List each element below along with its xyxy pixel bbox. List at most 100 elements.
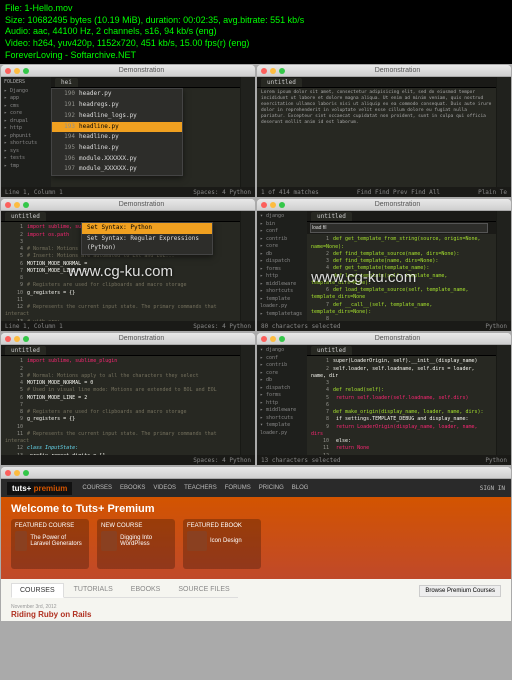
site-logo[interactable]: tuts+ premium (7, 482, 72, 495)
palette-item[interactable]: Set Syntax: Regular Expressions (Python) (82, 234, 212, 253)
folder-item[interactable]: ▸ dispatch (260, 385, 304, 393)
minimap[interactable] (496, 77, 511, 187)
folder-item[interactable]: ▸ drupal (4, 118, 48, 126)
folder-item[interactable]: ▸ shortcuts (4, 140, 48, 148)
nav-link[interactable]: BLOG (292, 485, 309, 491)
folder-sidebar[interactable]: ▾ django ▸ bin ▸ conf ▸ contrib ▸ core ▸… (257, 211, 307, 321)
folder-item[interactable]: ▾ django (260, 213, 304, 221)
hero-card[interactable]: FEATURED COURSEThe Power of Laravel Gene… (11, 519, 89, 569)
close-icon[interactable] (5, 336, 11, 342)
editor-tab[interactable]: hei (55, 78, 78, 87)
editor-tab[interactable]: untitled (5, 346, 46, 355)
code-area[interactable]: 190header.py191headregs.py192headline_lo… (51, 88, 240, 187)
zoom-icon[interactable] (279, 68, 285, 74)
sign-in-link[interactable]: SIGN IN (480, 485, 505, 492)
close-icon[interactable] (261, 336, 267, 342)
zoom-icon[interactable] (23, 202, 29, 208)
code-area[interactable]: 1import sublime, sublime_plugin23# Norma… (1, 356, 240, 455)
content-tab[interactable]: COURSES (11, 583, 64, 598)
folder-item[interactable]: ▸ tests (4, 155, 48, 163)
folder-item[interactable]: ▸ core (4, 110, 48, 118)
command-palette[interactable]: Set Syntax: Python Set Syntax: Regular E… (81, 222, 213, 254)
close-icon[interactable] (5, 68, 11, 74)
folder-item[interactable]: ▸ shortcuts (260, 415, 304, 423)
folder-item[interactable]: ▸ phpunit (4, 133, 48, 141)
minimap[interactable] (240, 211, 255, 321)
minimize-icon[interactable] (14, 68, 20, 74)
folder-item[interactable]: loader.py (260, 303, 304, 311)
folder-item[interactable]: ▸ http (260, 273, 304, 281)
close-icon[interactable] (261, 68, 267, 74)
nav-link[interactable]: COURSES (82, 485, 112, 491)
folder-item[interactable]: ▸ contrib (260, 236, 304, 244)
folder-item[interactable]: ▸ http (4, 125, 48, 133)
folder-sidebar[interactable]: ▾ django ▸ conf ▸ contrib ▸ core ▸ db ▸ … (257, 345, 307, 455)
search-input[interactable] (310, 223, 488, 233)
course-item[interactable]: November 3rd, 2012 Riding Ruby on Rails … (11, 604, 501, 621)
folder-item[interactable]: ▸ middleware (260, 407, 304, 415)
minimize-icon[interactable] (270, 68, 276, 74)
folder-item[interactable]: ▸ db (260, 377, 304, 385)
editor-tab[interactable]: untitled (261, 78, 302, 87)
nav-link[interactable]: TEACHERS (184, 485, 217, 491)
minimize-icon[interactable] (14, 202, 20, 208)
browse-button[interactable]: Browse Premium Courses (419, 585, 501, 597)
zoom-icon[interactable] (279, 336, 285, 342)
goto-item[interactable]: 191headregs.py (52, 100, 182, 111)
folder-item[interactable]: ▸ app (4, 95, 48, 103)
goto-item[interactable]: 195headline.py (52, 143, 182, 154)
folder-item[interactable]: ▸ Django (4, 88, 48, 96)
content-tab[interactable]: EBOOKS (123, 583, 169, 597)
folder-item[interactable]: ▸ templatetags (260, 311, 304, 319)
code-area[interactable]: 1def get_template_from_string(source, or… (307, 234, 496, 321)
status-right[interactable]: Python (485, 323, 507, 330)
status-right[interactable]: Spaces: 4 Python (193, 457, 251, 464)
zoom-icon[interactable] (23, 470, 29, 476)
content-tab[interactable]: TUTORIALS (66, 583, 121, 597)
minimap[interactable] (240, 345, 255, 455)
goto-item[interactable]: 190header.py (52, 89, 182, 100)
zoom-icon[interactable] (23, 68, 29, 74)
folder-item[interactable]: ▸ conf (260, 355, 304, 363)
nav-link[interactable]: EBOOKS (120, 485, 145, 491)
goto-item[interactable]: 196module.XXXXXX.py (52, 154, 182, 165)
status-right[interactable]: Plain Te (478, 189, 507, 196)
editor-tab[interactable]: untitled (311, 212, 352, 221)
folder-item[interactable]: ▸ core (260, 243, 304, 251)
nav-link[interactable]: PRICING (259, 485, 284, 491)
folder-item[interactable]: ▾ django (260, 347, 304, 355)
editor-tab[interactable]: untitled (5, 212, 46, 221)
minimap[interactable] (496, 211, 511, 321)
status-right[interactable]: Spaces: 4 Python (193, 189, 251, 196)
minimize-icon[interactable] (270, 202, 276, 208)
find-controls[interactable]: Find Find Prev Find All (357, 189, 440, 196)
folder-item[interactable]: ▸ core (260, 370, 304, 378)
close-icon[interactable] (5, 470, 11, 476)
folder-item[interactable]: ▸ bin (260, 221, 304, 229)
folder-item[interactable]: ▸ forms (260, 392, 304, 400)
folder-item[interactable]: ▸ contrib (260, 362, 304, 370)
folder-item[interactable]: ▸ forms (260, 266, 304, 274)
code-area[interactable]: Lorem ipsum dolor sit amet, consectetur … (257, 88, 496, 187)
nav-link[interactable]: FORUMS (225, 485, 251, 491)
zoom-icon[interactable] (279, 202, 285, 208)
folder-sidebar[interactable]: FOLDERS ▸ Django▸ app▸ cms▸ core▸ drupal… (1, 77, 51, 187)
folder-item[interactable]: ▸ template (260, 296, 304, 304)
folder-item[interactable]: ▸ tmp (4, 163, 48, 171)
folder-item[interactable]: ▸ cms (4, 103, 48, 111)
minimap[interactable] (240, 77, 255, 187)
folder-item[interactable]: ▾ template (260, 422, 304, 430)
folder-item[interactable]: ▸ middleware (260, 281, 304, 289)
folder-item[interactable]: ▸ conf (260, 228, 304, 236)
goto-item[interactable]: 197module_XXXXXX.py (52, 164, 182, 175)
goto-item[interactable]: 194headline.py (52, 132, 182, 143)
folder-item[interactable]: ▸ sys (4, 148, 48, 156)
zoom-icon[interactable] (23, 336, 29, 342)
folder-item[interactable]: ▸ db (260, 251, 304, 259)
nav-link[interactable]: VIDEOS (153, 485, 176, 491)
code-area[interactable]: 1super(LoaderOrigin, self).__init__(disp… (307, 356, 496, 455)
course-title[interactable]: Riding Ruby on Rails (11, 610, 299, 619)
goto-item[interactable]: 193headline.py (52, 122, 182, 133)
editor-tab[interactable]: untitled (311, 346, 352, 355)
minimap[interactable] (496, 345, 511, 455)
